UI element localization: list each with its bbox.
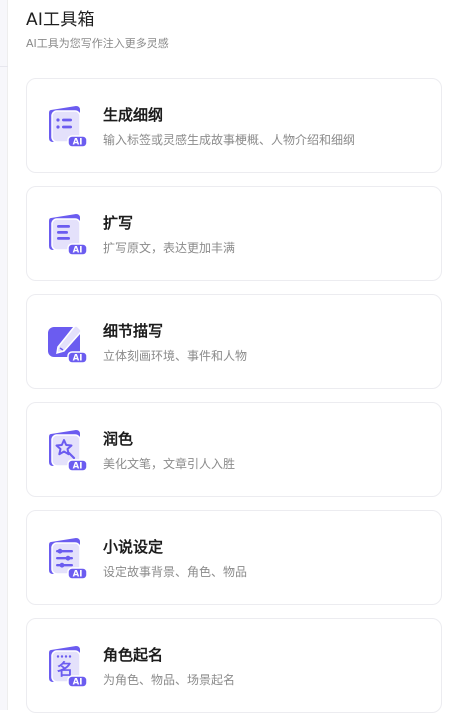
tool-description: 设定故事背景、角色、物品 xyxy=(103,565,248,579)
ai-badge-text: AI xyxy=(73,462,83,472)
tool-card-polish[interactable]: AI 润色 美化文笔，文章引人入胜 xyxy=(26,402,442,497)
expand-lines-icon: AI xyxy=(49,214,88,256)
tool-description: 立体刻画环境、事件和人物 xyxy=(103,349,248,363)
page-title: AI工具箱 xyxy=(26,10,95,30)
outline-list-icon: AI xyxy=(49,106,88,148)
tool-title: 生成细纲 xyxy=(103,106,164,124)
tool-description: 输入标签或灵感生成故事梗概、人物介绍和细纲 xyxy=(103,133,356,147)
polish-star-icon: AI xyxy=(49,430,88,472)
name-character-icon: 名 AI xyxy=(49,646,88,688)
tool-card-naming[interactable]: 名 AI 角色起名 为角色、物品、场景起名 xyxy=(26,618,442,713)
tool-title: 细节描写 xyxy=(103,322,164,340)
settings-sliders-icon: AI xyxy=(49,538,88,580)
ai-badge-text: AI xyxy=(73,246,83,256)
tool-title: 扩写 xyxy=(103,214,134,232)
tool-card-detail[interactable]: AI 细节描写 立体刻画环境、事件和人物 xyxy=(26,294,442,389)
ai-badge-text: AI xyxy=(73,570,83,580)
tool-card-outline[interactable]: AI 生成细纲 输入标签或灵感生成故事梗概、人物介绍和细纲 xyxy=(26,78,442,173)
tool-title: 角色起名 xyxy=(103,646,164,664)
left-rail xyxy=(0,0,8,710)
ai-badge-text: AI xyxy=(73,354,83,364)
tool-card-expand[interactable]: AI 扩写 扩写原文，表达更加丰满 xyxy=(26,186,442,281)
ai-badge-text: AI xyxy=(73,678,83,688)
pencil-edit-icon: AI xyxy=(48,325,88,364)
tool-description: 扩写原文，表达更加丰满 xyxy=(103,241,236,255)
tool-description: 美化文笔，文章引人入胜 xyxy=(103,457,236,471)
ai-badge-text: AI xyxy=(73,138,83,148)
tool-card-settings[interactable]: AI 小说设定 设定故事背景、角色、物品 xyxy=(26,510,442,605)
page-subtitle: AI工具为您写作注入更多灵感 xyxy=(26,37,169,50)
tool-description: 为角色、物品、场景起名 xyxy=(103,673,236,687)
tool-title: 润色 xyxy=(103,430,134,448)
page-header: AI工具箱 AI工具为您写作注入更多灵感 xyxy=(26,8,454,52)
rail-divider xyxy=(0,66,8,67)
tool-title: 小说设定 xyxy=(103,538,164,556)
tool-list: AI 生成细纲 输入标签或灵感生成故事梗概、人物介绍和细纲 AI 扩写 扩写原文… xyxy=(26,78,442,726)
